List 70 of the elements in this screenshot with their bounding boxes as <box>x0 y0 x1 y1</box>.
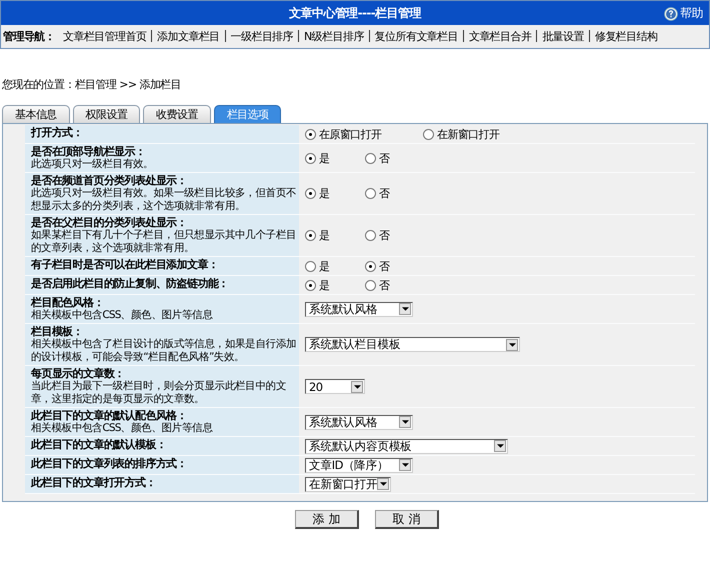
radio-button[interactable] <box>423 128 434 140</box>
nav-link[interactable]: N级栏目排序 <box>304 28 364 44</box>
option-label: 否 <box>379 186 390 201</box>
field-note: 相关模板中包含CSS、颜色、图片等信息 <box>31 422 214 435</box>
radio-button[interactable] <box>365 280 376 290</box>
field-title: 是否在父栏目的分类列表处显示： <box>31 216 188 229</box>
dropdown[interactable]: 文章ID（降序） <box>305 458 413 472</box>
nav-label: 管理导航： <box>3 28 56 44</box>
option-label: 在原窗口打开 <box>319 126 382 142</box>
field-note: 如果某栏目下有几十个子栏目，但只想显示其中几个子栏目的文章列表，这个选项就非常有用。 <box>31 229 297 255</box>
field-note: 相关模板中包含了栏目设计的版式等信息，如果是自行添加的设计模板，可能会导致“栏目配色风格”失效。 <box>31 338 297 364</box>
tab[interactable]: 栏目选项 <box>214 105 282 123</box>
option-label: 是 <box>319 186 330 201</box>
form-button[interactable]: 取 消 <box>375 510 439 529</box>
nav-link[interactable]: 批量设置 <box>542 28 584 44</box>
option-label: 是 <box>319 228 330 243</box>
field-title: 是否在频道首页分类列表处显示： <box>31 174 188 187</box>
field-title: 栏目模板： <box>31 325 84 338</box>
field-title: 每页显示的文章数： <box>31 367 126 380</box>
page-title: 文章中心管理----栏目管理 <box>289 4 421 22</box>
dropdown[interactable]: 系统默认栏目模板 <box>305 337 520 352</box>
radio-button[interactable] <box>305 188 316 199</box>
radio-button[interactable] <box>365 188 376 199</box>
help-icon[interactable] <box>664 6 678 20</box>
nav-link[interactable]: 复位所有文章栏目 <box>374 28 458 44</box>
option-label: 否 <box>379 258 390 274</box>
field-title: 此栏目下的文章打开方式： <box>31 476 157 489</box>
option-label: 是 <box>319 150 330 166</box>
option-label: 在新窗口打开 <box>437 126 500 142</box>
option-label: 否 <box>379 278 390 292</box>
field-title: 此栏目下的文章的默认配色风格： <box>31 409 188 422</box>
radio-button[interactable] <box>305 280 316 290</box>
dropdown[interactable]: 在新窗口打开 <box>305 476 391 492</box>
radio-button[interactable] <box>305 230 316 241</box>
radio-button[interactable] <box>305 260 316 272</box>
nav-link[interactable]: 修复栏目结构 <box>594 28 658 44</box>
dropdown[interactable]: 20 <box>305 379 365 394</box>
option-label: 是 <box>319 258 330 274</box>
radio-button[interactable] <box>305 152 316 164</box>
field-title: 打开方式： <box>31 126 84 139</box>
option-label: 否 <box>379 228 390 243</box>
field-title: 栏目配色风格： <box>31 296 105 309</box>
field-note: 此选项只对一级栏目有效。 <box>31 158 154 171</box>
form-button[interactable]: 添 加 <box>295 510 359 529</box>
nav-link[interactable]: 添加文章栏目 <box>157 28 220 44</box>
field-title: 有子栏目时是否可以在此栏目添加文章： <box>31 258 220 271</box>
radio-button[interactable] <box>305 128 316 140</box>
radio-button[interactable] <box>365 230 376 241</box>
option-label: 否 <box>379 150 390 166</box>
nav-link[interactable]: 文章栏目合并 <box>468 28 532 44</box>
radio-button[interactable] <box>365 260 376 272</box>
field-title: 此栏目下的文章列表的排序方式： <box>31 457 188 470</box>
tab[interactable]: 收费设置 <box>143 105 211 123</box>
field-note: 当此栏目为最下一级栏目时，则会分页显示此栏目中的文章，这里指定的是每页显示的文章数。 <box>31 380 288 406</box>
tab[interactable]: 基本信息 <box>2 105 70 123</box>
help-link[interactable]: 帮助 <box>664 5 703 22</box>
breadcrumb: 您现在的位置：栏目管理 >> 添加栏目 <box>2 77 182 93</box>
dropdown[interactable]: 系统默认风格 <box>305 414 413 430</box>
nav-link[interactable]: 一级栏目排序 <box>230 28 294 44</box>
field-note: 相关模板中包含CSS、颜色、图片等信息 <box>31 309 214 322</box>
radio-button[interactable] <box>365 152 376 164</box>
field-note: 此选项只对一级栏目有效。如果一级栏目比较多，但首页不想显示太多的分类列表，这个选项就非常有用。 <box>31 187 297 213</box>
field-title: 是否启用此栏目的防止复制、防盗链功能： <box>31 277 230 290</box>
dropdown[interactable]: 系统默认风格 <box>305 302 413 316</box>
nav-link[interactable]: 文章栏目管理首页 <box>63 28 146 44</box>
option-label: 是 <box>319 278 330 292</box>
tab[interactable]: 权限设置 <box>72 105 140 123</box>
dropdown[interactable]: 系统默认内容页模板 <box>305 438 508 454</box>
field-title: 是否在顶部导航栏显示： <box>31 145 146 158</box>
field-title: 此栏目下的文章的默认模板： <box>31 438 168 451</box>
